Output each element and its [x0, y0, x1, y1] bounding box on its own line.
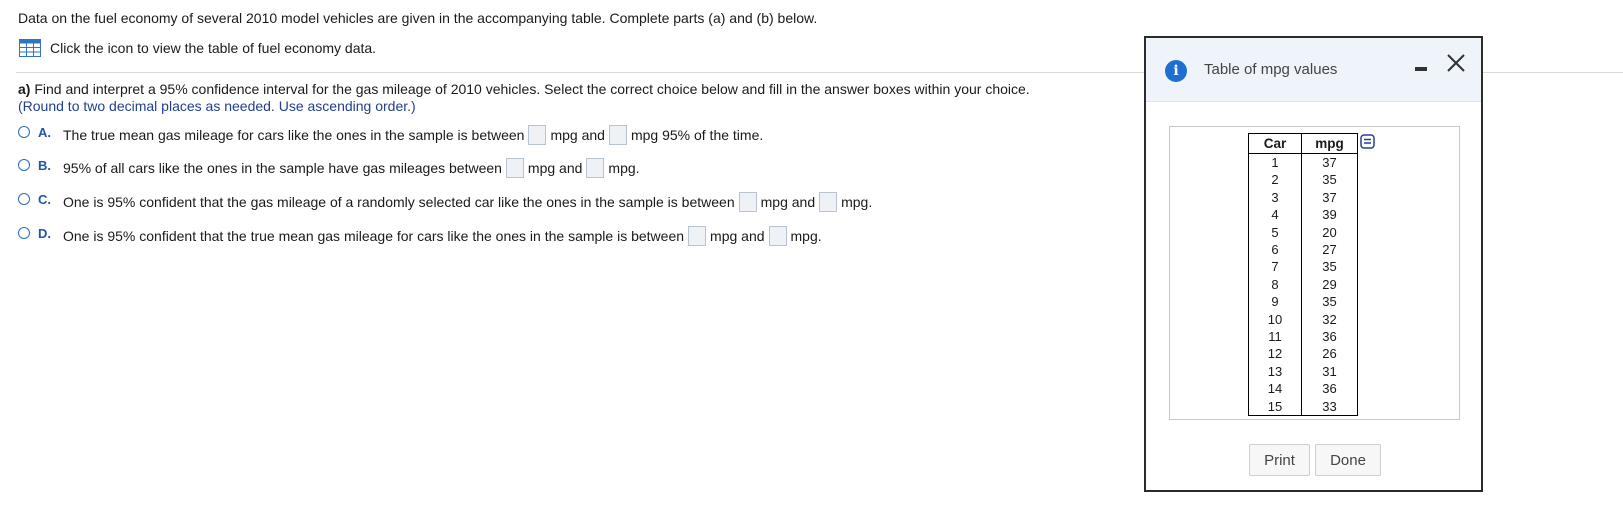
choice-c-high-input[interactable]	[819, 192, 838, 212]
mpg-cell: 36	[1301, 380, 1358, 398]
problem-intro: Data on the fuel economy of several 2010…	[18, 10, 818, 26]
mpg-cell: 37	[1301, 153, 1358, 172]
choice-c[interactable]: C. One is 95% confident that the gas mil…	[18, 192, 872, 212]
mpg-cell: 26	[1301, 345, 1358, 363]
choice-b-text-between: mpg and	[527, 160, 583, 176]
table-row: 13 31	[1248, 362, 1358, 381]
table-row: 4 39	[1248, 206, 1358, 224]
choice-a-radio[interactable]	[18, 126, 30, 138]
mpg-cell: 31	[1301, 362, 1358, 381]
choice-b-high-input[interactable]	[586, 158, 605, 178]
choice-d-text-between: mpg and	[710, 228, 765, 244]
done-button[interactable]: Done	[1315, 444, 1381, 476]
choice-c-letter: C.	[38, 191, 51, 207]
mpg-data-table: Car mpg 1 37 2 35 3 37 4 39 5 20 6 27 7 35 8 29 9 35 10 32 1…	[1248, 133, 1358, 417]
table-row: 15 33	[1248, 397, 1358, 417]
part-a-question: a) Find and interpret a 95% confidence i…	[18, 81, 1138, 114]
choice-d-text-after: mpg.	[790, 228, 822, 244]
info-icon: i	[1165, 60, 1187, 82]
car-cell: 1	[1248, 153, 1302, 172]
choice-a[interactable]: A. The true mean gas mileage for cars li…	[18, 125, 763, 145]
mpg-cell: 35	[1301, 293, 1358, 311]
choice-b-text-after: mpg.	[608, 160, 640, 176]
choice-d[interactable]: D. One is 95% confident that the true me…	[18, 226, 822, 246]
choice-b[interactable]: B. 95% of all cars like the ones in the …	[18, 158, 640, 178]
choice-d-low-input[interactable]	[688, 226, 707, 246]
choice-b-radio[interactable]	[18, 159, 30, 171]
column-header-car: Car	[1248, 133, 1302, 154]
minimize-icon[interactable]	[1415, 67, 1427, 71]
choice-c-low-input[interactable]	[738, 192, 757, 212]
car-cell: 3	[1248, 188, 1302, 207]
choice-a-text-after: mpg 95% of the time.	[630, 127, 764, 143]
copy-icon[interactable]	[1360, 134, 1375, 149]
choice-a-high-input[interactable]	[608, 125, 627, 145]
choice-a-text-before: The true mean gas mileage for cars like …	[63, 127, 525, 143]
table-row: 2 35	[1248, 171, 1358, 189]
mpg-cell: 36	[1301, 328, 1358, 346]
car-cell: 12	[1248, 345, 1302, 363]
table-row: 6 27	[1248, 241, 1358, 259]
choice-a-letter: A.	[38, 124, 51, 140]
choice-b-letter: B.	[38, 157, 51, 173]
choice-a-text-between: mpg and	[550, 127, 605, 143]
table-row: 11 36	[1248, 328, 1358, 346]
car-cell: 7	[1248, 258, 1302, 276]
table-row: 7 35	[1248, 258, 1358, 276]
table-grid-icon[interactable]	[19, 39, 41, 57]
choice-d-high-input[interactable]	[768, 226, 787, 246]
table-row: 8 29	[1248, 275, 1358, 294]
mpg-cell: 29	[1301, 275, 1358, 294]
table-row: 1 37	[1248, 153, 1358, 172]
table-row: 9 35	[1248, 293, 1358, 311]
dialog-title: Table of mpg values	[1204, 61, 1338, 78]
mpg-cell: 33	[1301, 397, 1358, 417]
car-cell: 8	[1248, 275, 1302, 294]
choice-b-text-before: 95% of all cars like the ones in the sam…	[63, 160, 502, 176]
choice-d-text-before: One is 95% confident that the true mean …	[63, 228, 685, 244]
print-button[interactable]: Print	[1249, 444, 1310, 476]
table-row: 12 26	[1248, 345, 1358, 363]
choice-c-text-between: mpg and	[760, 194, 816, 210]
part-a-label: a)	[18, 81, 31, 97]
car-cell: 9	[1248, 293, 1302, 311]
table-row: 3 37	[1248, 188, 1358, 207]
part-a-text: Find and interpret a 95% confidence inte…	[30, 81, 1030, 97]
dialog-header: i Table of mpg values	[1146, 38, 1481, 102]
car-cell: 10	[1248, 310, 1302, 329]
choice-c-radio[interactable]	[18, 193, 30, 205]
mpg-cell: 39	[1301, 206, 1358, 224]
car-cell: 4	[1248, 206, 1302, 224]
choice-c-text-after: mpg.	[841, 194, 873, 210]
car-cell: 5	[1248, 223, 1302, 242]
choice-d-letter: D.	[38, 225, 51, 241]
view-table-label[interactable]: Click the icon to view the table of fuel…	[50, 40, 376, 56]
table-row: 10 32	[1248, 310, 1358, 329]
car-cell: 2	[1248, 171, 1302, 189]
choice-b-low-input[interactable]	[505, 158, 524, 178]
table-panel: Car mpg 1 37 2 35 3 37 4 39 5 20 6 27 7 35 8 29 9 35 10 32 1…	[1169, 126, 1460, 420]
car-cell: 14	[1248, 380, 1302, 398]
car-cell: 11	[1248, 328, 1302, 346]
mpg-cell: 27	[1301, 241, 1358, 259]
choice-a-low-input[interactable]	[528, 125, 547, 145]
mpg-cell: 35	[1301, 171, 1358, 189]
car-cell: 13	[1248, 362, 1302, 381]
view-table-link[interactable]: Click the icon to view the table of fuel…	[19, 39, 376, 57]
choice-d-radio[interactable]	[18, 227, 30, 239]
mpg-cell: 32	[1301, 310, 1358, 329]
table-row: 5 20	[1248, 223, 1358, 242]
choice-c-text-before: One is 95% confident that the gas mileag…	[63, 194, 735, 210]
mpg-cell: 35	[1301, 258, 1358, 276]
mpg-cell: 37	[1301, 188, 1358, 207]
mpg-cell: 20	[1301, 223, 1358, 242]
rounding-hint: (Round to two decimal places as needed. …	[18, 98, 416, 114]
column-header-mpg: mpg	[1301, 133, 1358, 154]
close-icon[interactable]	[1444, 51, 1468, 75]
car-cell: 6	[1248, 241, 1302, 259]
table-row: 14 36	[1248, 380, 1358, 398]
mpg-table-dialog: i Table of mpg values Car mpg 1 37 2 35 3 37 4…	[1144, 36, 1483, 492]
car-cell: 15	[1248, 397, 1302, 417]
